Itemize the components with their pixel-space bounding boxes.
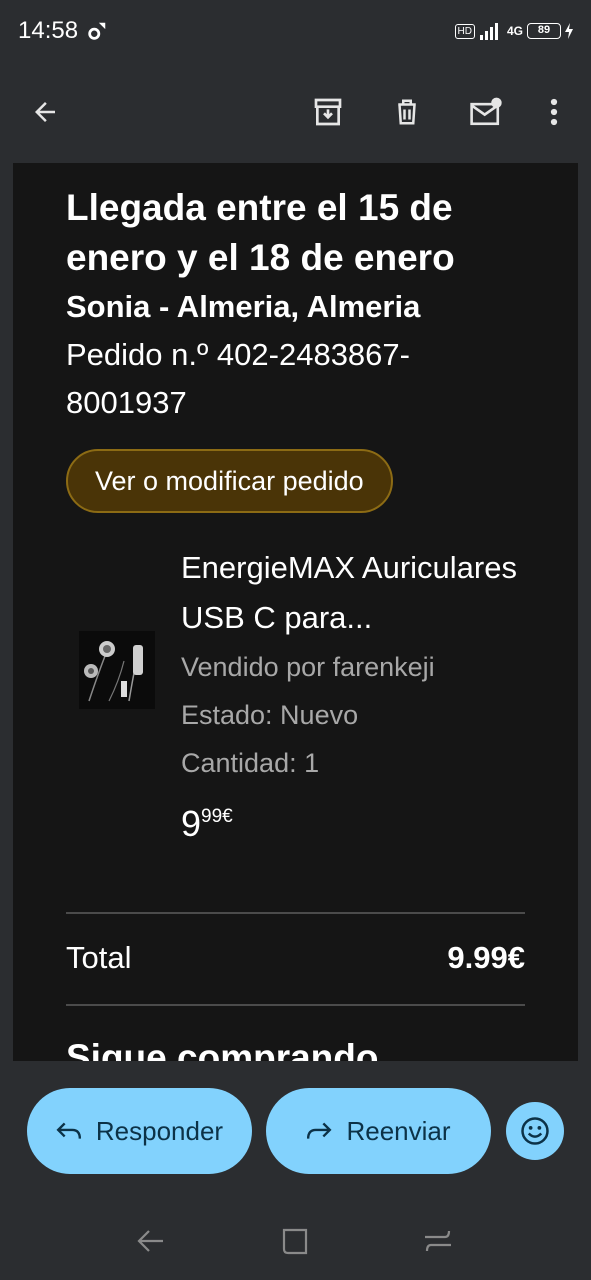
total-value: 9.99€ [447,940,525,975]
battery-level: 89 [527,23,561,39]
nav-back-icon[interactable] [135,1227,167,1255]
order-summary: Llegada entre el 15 de enero y el 18 de … [66,183,526,844]
reply-actions: Responder Reenviar [0,1061,591,1201]
product-image[interactable] [79,631,155,709]
nav-home-icon[interactable] [279,1227,311,1257]
product-seller: Vendido por farenkeji [181,652,435,682]
total-label: Total [66,940,132,975]
product-name[interactable]: EnergieMAX Auriculares USB C para... [181,543,526,643]
status-icons: HD 4G 89 [454,21,573,41]
view-modify-order-button[interactable]: Ver o modificar pedido [66,449,393,513]
network-type: 4G [506,24,523,38]
recipient-address: Sonia - Almeria, Almeria [66,289,421,324]
reply-label: Responder [95,1115,224,1146]
back-arrow-icon[interactable] [23,90,67,134]
app-bar [0,62,591,162]
nav-recents-icon[interactable] [421,1225,455,1257]
mark-unread-icon[interactable] [464,90,508,134]
status-time: 14:58 [18,17,79,44]
more-vert-icon[interactable] [532,90,576,134]
archive-icon[interactable] [306,90,350,134]
settings-notification-icon [88,22,106,40]
product-quantity: Cantidad: 1 [181,748,320,778]
smiley-icon [521,1117,549,1145]
divider [66,912,525,914]
status-bar: 14:58 HD 4G 89 [0,0,591,62]
emoji-reaction-button[interactable] [506,1102,564,1160]
forward-label: Reenviar [346,1115,451,1146]
divider [66,1004,525,1006]
reply-icon [56,1122,81,1139]
total-row: Total 9.99€ [66,933,525,983]
price-whole: 9 [181,803,202,844]
delete-icon[interactable] [385,90,429,134]
order-number: Pedido n.º 402-2483867-8001937 [66,337,410,420]
hd-badge: HD [454,23,475,39]
keep-shopping-heading: Sigue comprando [66,1037,379,1061]
signal-icon [479,23,498,40]
delivery-headline: Llegada entre el 15 de enero y el 18 de … [66,187,455,278]
reply-button[interactable]: Responder [27,1088,252,1174]
forward-icon [307,1122,332,1139]
email-body[interactable]: Llegada entre el 15 de enero y el 18 de … [13,163,578,1061]
price-fraction: 99€ [201,806,233,827]
product-price: 999€ [181,795,526,846]
system-nav-bar [0,1201,591,1280]
product-info: EnergieMAX Auriculares USB C para... Ven… [181,543,526,846]
charging-icon [565,23,573,39]
product-condition: Estado: Nuevo [181,700,359,730]
forward-button[interactable]: Reenviar [266,1088,491,1174]
